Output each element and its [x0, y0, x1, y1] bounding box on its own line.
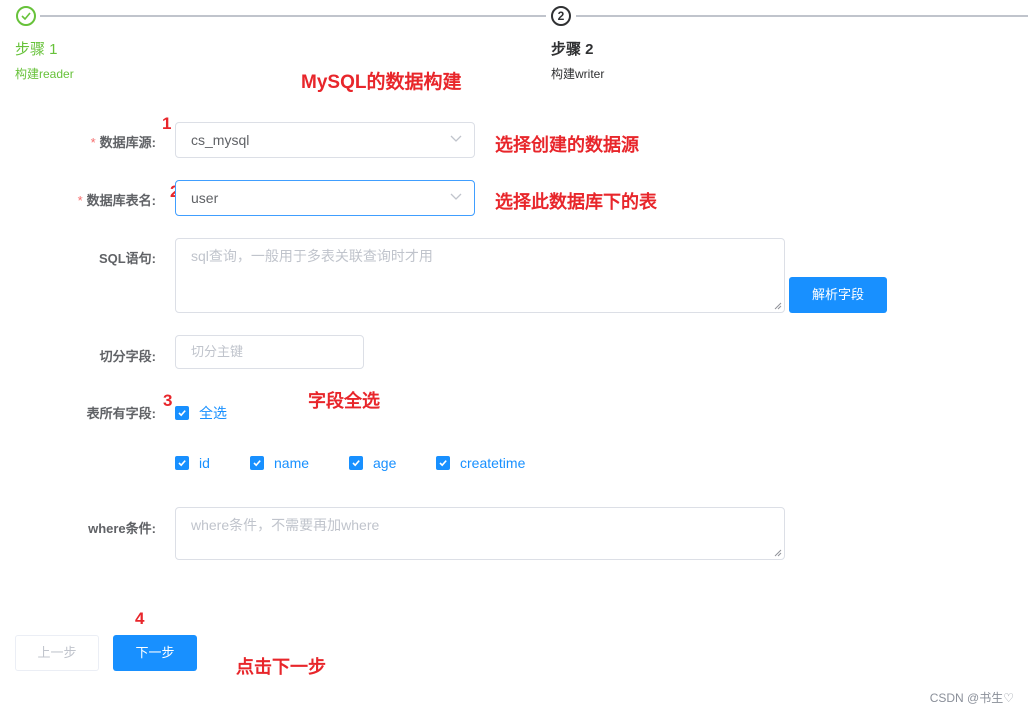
field-label: name — [274, 455, 310, 471]
datasource-value: cs_mysql — [191, 132, 250, 148]
sql-label: SQL语句: — [98, 251, 156, 266]
datasource-label: * 数据库源: — [90, 135, 156, 150]
chevron-down-icon — [450, 193, 462, 200]
sql-textarea[interactable]: sql查询，一般用于多表关联查询时才用 — [175, 238, 785, 313]
select-all-checkbox[interactable]: 全选 — [175, 403, 227, 423]
annotation-datasource-hint: 选择创建的数据源 — [495, 135, 639, 155]
split-label: 切分字段: — [99, 349, 156, 364]
step-1-check-icon — [16, 6, 36, 26]
field-checkbox-name[interactable]: name — [250, 455, 309, 471]
checkbox-checked-icon — [175, 406, 189, 420]
resize-grip-icon[interactable] — [774, 549, 782, 557]
next-step-button[interactable]: 下一步 — [113, 635, 197, 671]
where-textarea[interactable]: where条件，不需要再加where — [175, 507, 785, 560]
sql-placeholder: sql查询，一般用于多表关联查询时才用 — [191, 248, 433, 264]
table-value: user — [191, 190, 219, 206]
annotation-number-4: 4 — [135, 609, 145, 628]
resize-grip-icon[interactable] — [774, 302, 782, 310]
step-2-desc: 构建writer — [551, 67, 605, 81]
fields-label: 表所有字段: — [86, 406, 156, 421]
step-2-number-icon: 2 — [551, 6, 571, 26]
field-checkbox-id[interactable]: id — [175, 455, 210, 471]
field-checkbox-age[interactable]: age — [349, 455, 396, 471]
where-placeholder: where条件，不需要再加where — [191, 517, 380, 533]
split-field-input[interactable]: 切分主键 — [175, 335, 364, 369]
step-1-title: 步骤 1 — [15, 41, 58, 58]
prev-step-button[interactable]: 上一步 — [15, 635, 99, 671]
step-1-desc: 构建reader — [15, 67, 74, 81]
chevron-down-icon — [450, 135, 462, 142]
checkbox-checked-icon — [436, 456, 450, 470]
annotation-heading: MySQL的数据构建 — [301, 72, 462, 93]
step-2-title: 步骤 2 — [551, 41, 594, 58]
checkbox-checked-icon — [250, 456, 264, 470]
field-label: id — [199, 455, 210, 471]
annotation-number-1: 1 — [162, 114, 172, 133]
where-label: where条件: — [88, 521, 156, 536]
annotation-number-3: 3 — [163, 391, 173, 410]
csdn-watermark: CSDN @书生♡ — [929, 691, 1014, 705]
checkbox-checked-icon — [175, 456, 189, 470]
datasource-select[interactable]: cs_mysql — [175, 122, 475, 158]
annotation-fields-hint: 字段全选 — [308, 391, 380, 411]
annotation-next-hint: 点击下一步 — [236, 657, 326, 677]
table-label: * 数据库表名: — [77, 193, 156, 208]
step-connector-line — [40, 15, 546, 17]
parse-fields-button[interactable]: 解析字段 — [789, 277, 887, 313]
annotation-table-hint: 选择此数据库下的表 — [495, 192, 657, 212]
field-checkbox-createtime[interactable]: createtime — [436, 455, 525, 471]
select-all-label: 全选 — [199, 405, 227, 421]
required-mark: * — [90, 135, 96, 150]
field-label: createtime — [460, 455, 526, 471]
required-mark: * — [77, 193, 83, 208]
table-select[interactable]: user — [175, 180, 475, 216]
split-placeholder: 切分主键 — [191, 344, 244, 359]
step-tail-line — [576, 15, 1028, 17]
checkbox-checked-icon — [349, 456, 363, 470]
field-label: age — [373, 455, 397, 471]
